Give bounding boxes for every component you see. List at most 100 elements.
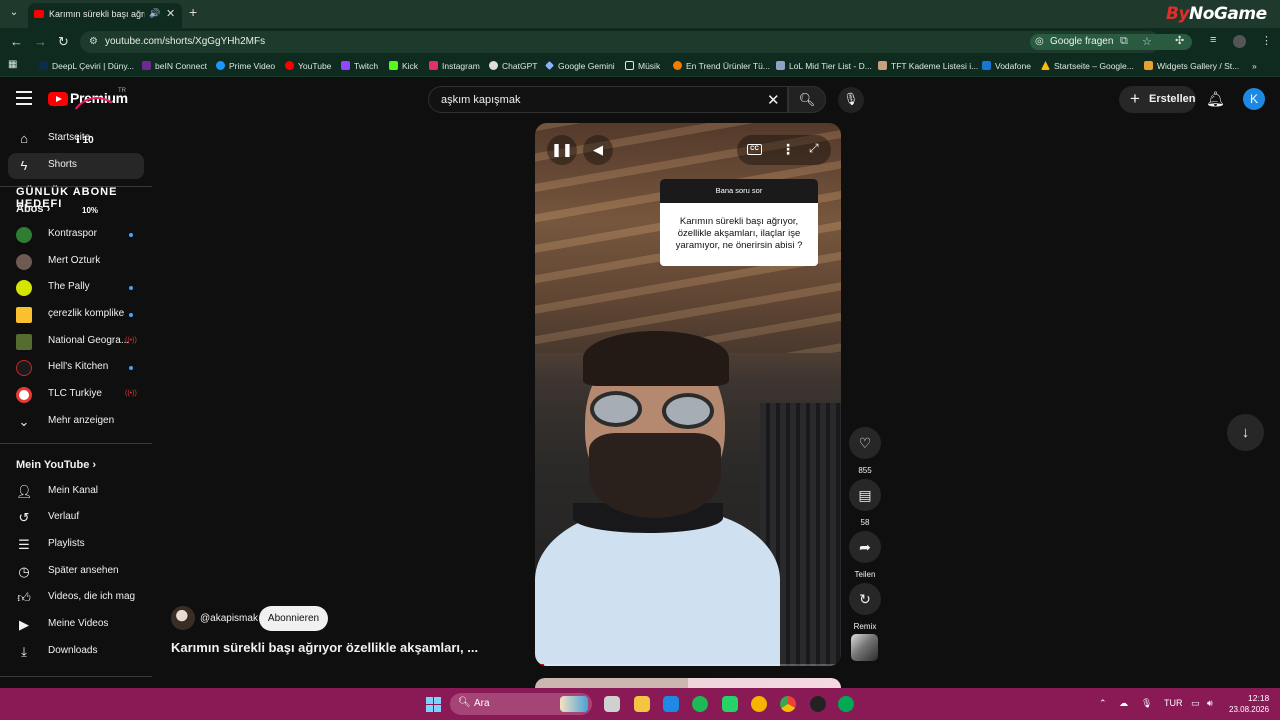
clear-search-icon[interactable]: ✕: [767, 91, 780, 109]
profile-icon[interactable]: [1233, 35, 1246, 48]
sidebar-item-shorts[interactable]: ϟ Shorts: [8, 153, 144, 179]
reload-icon[interactable]: ↻: [58, 34, 69, 50]
fullscreen-icon[interactable]: ⤢: [809, 141, 819, 156]
address-url[interactable]: youtube.com/shorts/XgGgYHh2MFs: [105, 36, 265, 47]
address-bar[interactable]: ⚙ youtube.com/shorts/XgGgYHh2MFs ◎ Googl…: [80, 31, 1192, 53]
like-action[interactable]: ♡ 855: [849, 427, 881, 475]
sidebar-channel-kontraspor[interactable]: Kontraspor: [8, 222, 144, 248]
bookmark-instagram[interactable]: Instagram: [429, 61, 480, 71]
search-input[interactable]: aşkım kapışmak: [441, 94, 520, 106]
tray-overflow-icon[interactable]: ⌃: [1099, 698, 1107, 709]
install-app-icon[interactable]: ⧉: [1120, 35, 1128, 48]
pause-button[interactable]: ❚❚: [547, 135, 577, 165]
menu-icon[interactable]: [16, 91, 32, 105]
search-box[interactable]: aşkım kapışmak ✕: [428, 86, 788, 113]
bookmark-kick[interactable]: Kick: [389, 61, 418, 71]
voice-search-button[interactable]: 🎙︎: [838, 87, 864, 113]
bookmark-folder-musik[interactable]: Müsik: [625, 61, 660, 71]
spotify-icon[interactable]: [692, 696, 708, 712]
shorts-video-player[interactable]: Bana soru sor Karımın sürekli başı ağrıy…: [535, 123, 841, 666]
subscriptions-heading[interactable]: Abos ›: [16, 203, 50, 215]
sidebar-channel-tlc-turkiye[interactable]: TLC Turkiye ((•)): [8, 382, 144, 408]
chrome-icon[interactable]: [780, 696, 796, 712]
game-launcher-icon[interactable]: [838, 696, 854, 712]
volume-button[interactable]: ◀: [583, 135, 613, 165]
forward-icon[interactable]: →: [34, 34, 47, 49]
account-avatar[interactable]: K: [1243, 88, 1265, 110]
my-youtube-heading[interactable]: Mein YouTube ›: [16, 459, 96, 471]
more-options-icon[interactable]: ⋮: [781, 141, 795, 158]
youtube-logo-icon[interactable]: [48, 92, 68, 106]
bookmark-lol-tier-list[interactable]: LoL Mid Tier List - D...: [776, 61, 872, 71]
apps-grid-icon[interactable]: ▦: [8, 59, 17, 70]
sidebar-item-liked-videos[interactable]: 👍︎ Videos, die ich mag: [8, 585, 144, 611]
video-progress-bar[interactable]: [535, 664, 841, 666]
captions-button[interactable]: CC: [747, 144, 762, 155]
bookmark-prime-video[interactable]: Prime Video: [216, 61, 275, 71]
input-language[interactable]: TUR: [1164, 698, 1183, 708]
bookmark-deepl[interactable]: DeepL Çeviri | Düny...: [39, 61, 134, 71]
tray-microphone-icon[interactable]: 🎙︎: [1141, 698, 1152, 709]
sidebar-channel-cerezlik-komplike[interactable]: çerezlik komplike: [8, 302, 144, 328]
new-tab-button[interactable]: +: [189, 4, 197, 20]
outlook-icon[interactable]: [663, 696, 679, 712]
bookmark-youtube[interactable]: YouTube: [285, 61, 331, 71]
bookmark-chatgpt[interactable]: ChatGPT: [489, 61, 537, 71]
bookmark-vodafone[interactable]: Vodafone: [982, 61, 1031, 71]
google-search-button[interactable]: ◎ Google fragen: [1030, 34, 1192, 50]
bookmark-tft-kademe[interactable]: TFT Kademe Listesi i...: [878, 61, 978, 71]
sidebar-item-history[interactable]: ↺ Verlauf: [8, 505, 144, 531]
bookmark-twitch[interactable]: Twitch: [341, 61, 378, 71]
remix-action[interactable]: ↻ Remix: [849, 583, 881, 631]
sidebar-channel-national-geographic[interactable]: National Geogra... ((•)): [8, 329, 144, 355]
bookmark-gemini[interactable]: Google Gemini: [545, 61, 615, 71]
bookmark-star-icon[interactable]: ☆: [1142, 35, 1152, 48]
calculator-icon[interactable]: [604, 696, 620, 712]
comment-action[interactable]: ▤ 58: [849, 479, 881, 527]
search-button[interactable]: 🔍︎: [788, 86, 826, 113]
sidebar-item-downloads[interactable]: ⤓ Downloads: [8, 639, 144, 665]
like-icon[interactable]: ♡: [849, 427, 881, 459]
sound-source-thumbnail[interactable]: [851, 634, 878, 661]
sidebar-channel-hells-kitchen[interactable]: Hell's Kitchen: [8, 355, 144, 381]
share-action[interactable]: ➦ Teilen: [849, 531, 881, 579]
back-icon[interactable]: ←: [10, 34, 23, 49]
create-button[interactable]: + Erstellen: [1119, 86, 1196, 113]
steam-icon[interactable]: [810, 696, 826, 712]
bookmark-bein[interactable]: beIN Connect: [142, 61, 207, 71]
extensions-icon[interactable]: ✣: [1175, 34, 1184, 47]
channel-avatar[interactable]: [171, 606, 195, 630]
video-title[interactable]: Karımın sürekli başı ağrıyor özellikle a…: [171, 640, 478, 655]
media-control-icon[interactable]: ≡: [1210, 34, 1216, 46]
site-info-icon[interactable]: ⚙: [89, 36, 98, 47]
browser-tab-active[interactable]: Karımın sürekli başı ağrıyor 🔊 ✕: [28, 3, 182, 28]
next-video-arrow-icon[interactable]: ↓: [1227, 414, 1264, 451]
comment-icon[interactable]: ▤: [849, 479, 881, 511]
sidebar-channel-mert-ozturk[interactable]: Mert Ozturk: [8, 249, 144, 275]
sidebar-item-playlists[interactable]: ☰ Playlists: [8, 532, 144, 558]
clock-time[interactable]: 12:18: [1248, 693, 1269, 703]
subscribe-button[interactable]: Abonnieren: [259, 606, 328, 631]
sidebar-channel-the-pally[interactable]: The Pally: [8, 275, 144, 301]
sidebar-item-watch-later[interactable]: ◷ Später ansehen: [8, 559, 144, 585]
sidebar-item-my-videos[interactable]: ▶ Meine Videos: [8, 612, 144, 638]
bookmark-trend-urunler[interactable]: En Trend Ürünler Tü...: [673, 61, 770, 71]
sidebar-show-more[interactable]: ⌄ Mehr anzeigen: [8, 409, 144, 435]
tab-search-icon[interactable]: ⌄: [6, 5, 22, 21]
bookmark-widgets-gallery[interactable]: Widgets Gallery / St...: [1144, 61, 1239, 71]
messenger-icon[interactable]: [751, 696, 767, 712]
notifications-bell-icon[interactable]: 🔔︎: [1206, 90, 1225, 108]
channel-handle[interactable]: @akapismak: [200, 613, 258, 624]
remix-icon[interactable]: ↻: [849, 583, 881, 615]
chrome-menu-icon[interactable]: ⋮: [1261, 34, 1272, 47]
file-explorer-icon[interactable]: [634, 696, 650, 712]
whatsapp-icon[interactable]: [722, 696, 738, 712]
bookmarks-overflow-icon[interactable]: »: [1252, 61, 1257, 71]
clock-date[interactable]: 23.08.2026: [1229, 705, 1269, 714]
speaker-icon[interactable]: 🔊︎: [1207, 698, 1213, 709]
tab-close-icon[interactable]: ✕: [166, 7, 175, 20]
share-icon[interactable]: ➦: [849, 531, 881, 563]
bookmark-startseite-google[interactable]: Startseite – Google...: [1041, 61, 1134, 71]
sidebar-item-my-channel[interactable]: 👤︎ Mein Kanal: [8, 479, 144, 505]
network-icon[interactable]: ▭: [1191, 698, 1200, 709]
